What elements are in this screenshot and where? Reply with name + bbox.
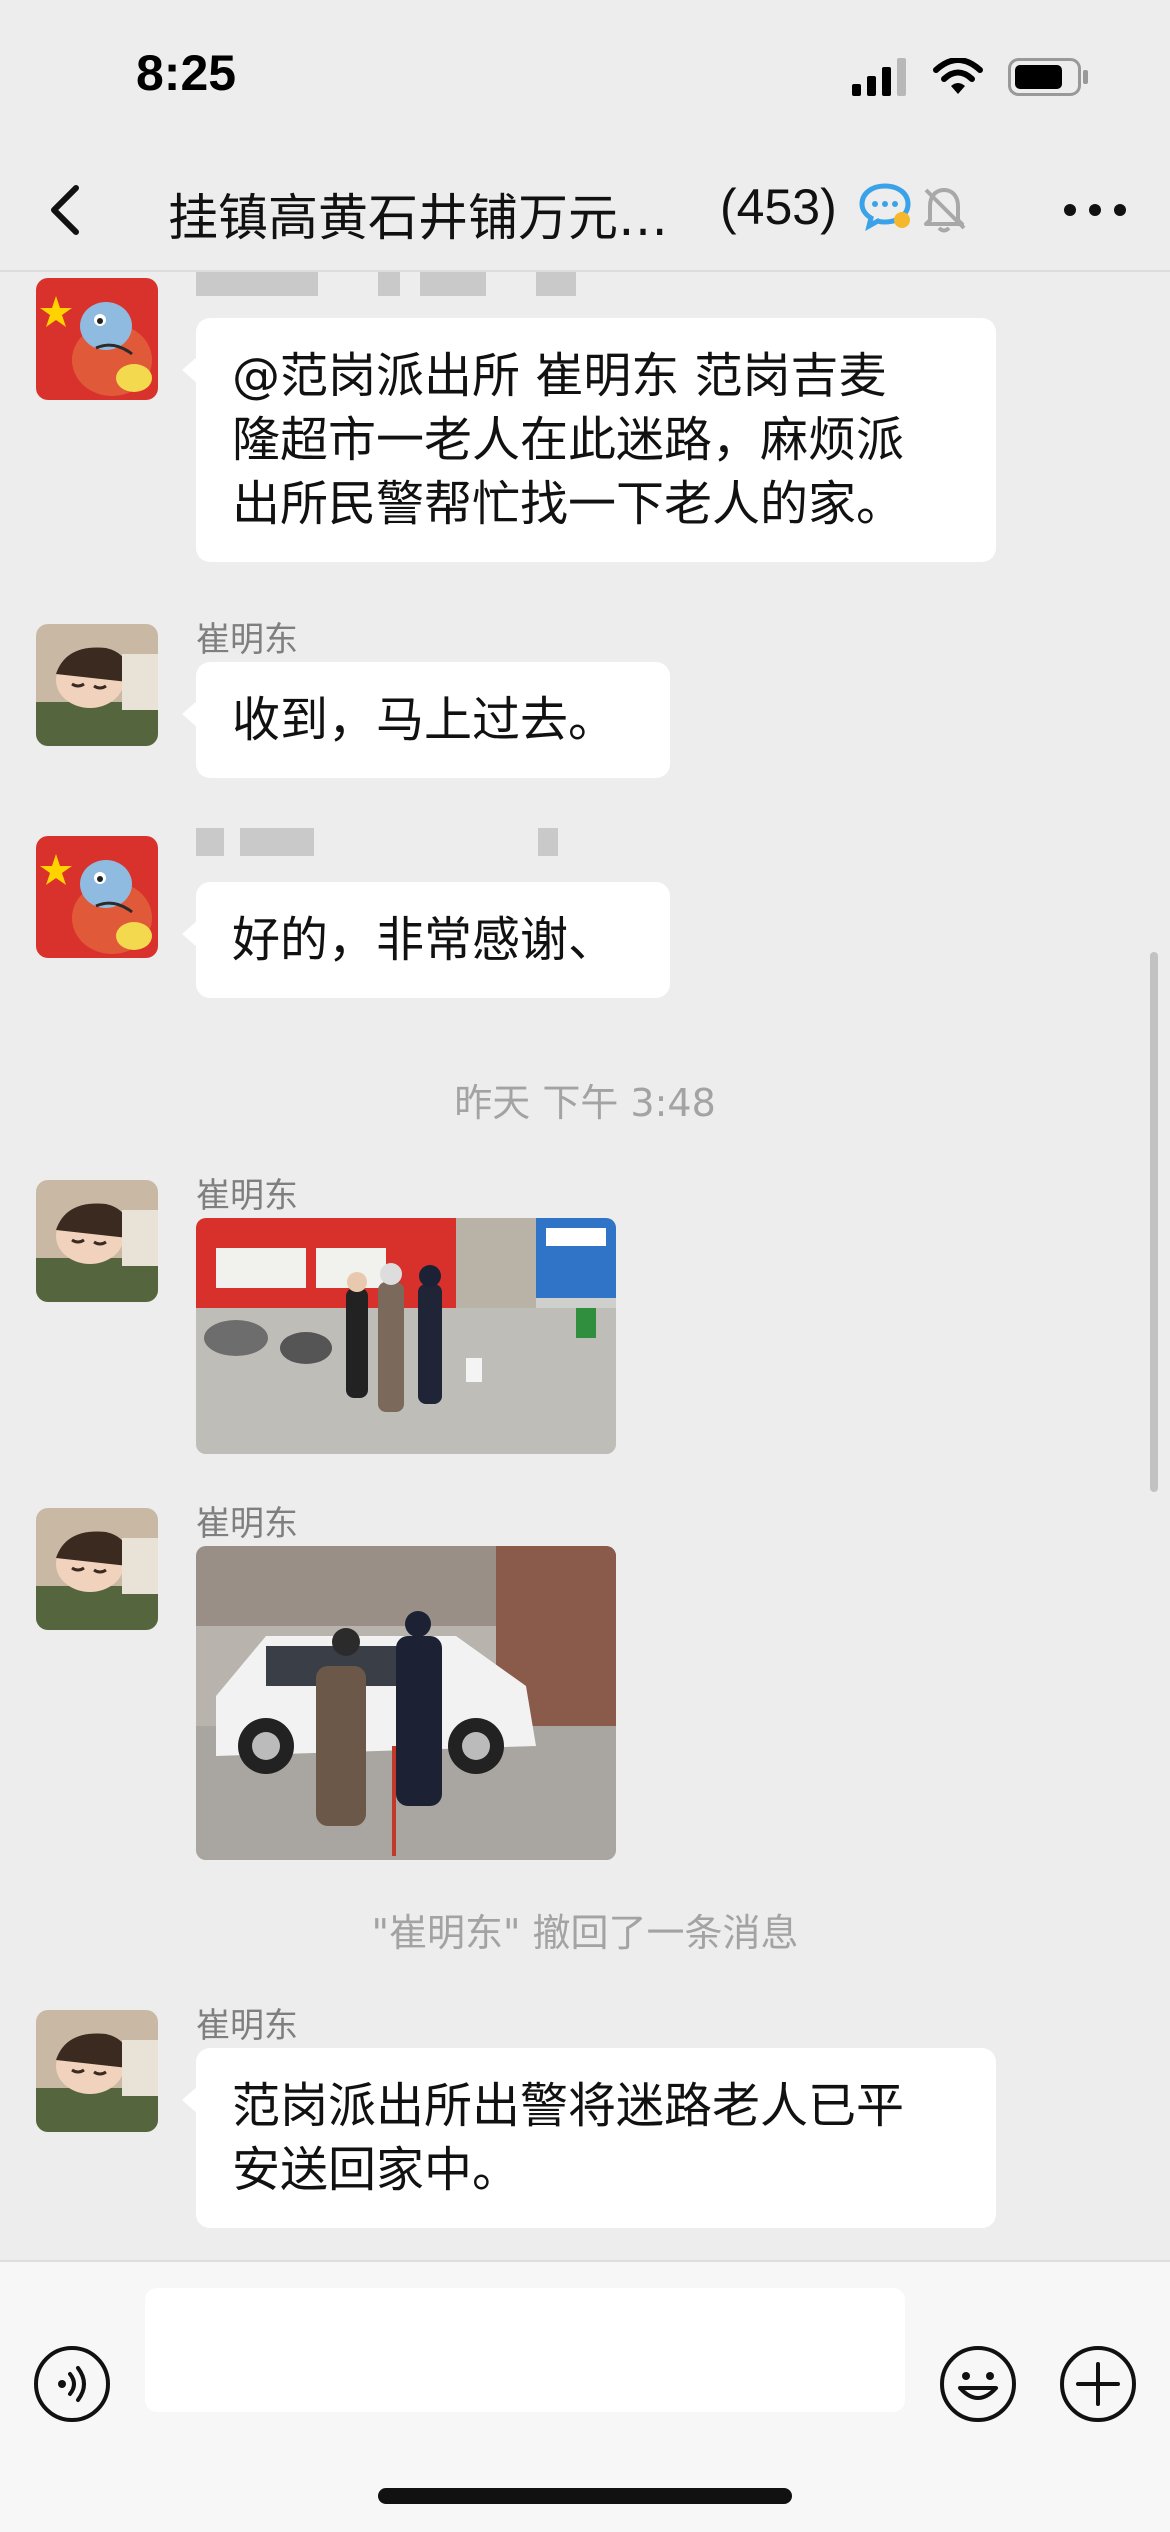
avatar[interactable] xyxy=(36,278,158,400)
more-options-button[interactable] xyxy=(1060,190,1130,230)
image-message[interactable] xyxy=(196,1218,616,1454)
status-bar: 8:25 xyxy=(0,0,1170,150)
cartoon-avatar-icon xyxy=(36,278,158,400)
voice-input-button[interactable] xyxy=(32,2344,112,2424)
sender-name: 崔明东 xyxy=(196,1504,298,1544)
battery-icon xyxy=(1008,58,1088,96)
avatar[interactable] xyxy=(36,2010,158,2132)
chat-message-list[interactable]: @范岗派出所 崔明东 范岗吉麦 隆超市一老人在此迷路，麻烦派 出所民警帮忙找一下… xyxy=(0,272,1170,2260)
message-bubble[interactable]: 好的，非常感谢、 xyxy=(182,882,670,998)
wifi-icon xyxy=(933,58,983,94)
message-text-line: 范岗派出所出警将迷路老人已平 xyxy=(232,2078,905,2134)
sender-name: 崔明东 xyxy=(196,620,298,660)
emoji-icon xyxy=(940,2346,1016,2422)
police-car-photo-image xyxy=(196,1546,616,1860)
avatar[interactable] xyxy=(36,1508,158,1630)
scrollbar[interactable] xyxy=(1150,952,1158,1492)
plus-icon xyxy=(1060,2346,1136,2422)
chat-header: 挂镇高黄石井铺万元… (453) xyxy=(0,150,1170,272)
message-text-line: 收到，马上过去。 xyxy=(232,692,617,748)
avatar[interactable] xyxy=(36,1180,158,1302)
message-bubble[interactable]: 范岗派出所出警将迷路老人已平 安送回家中。 xyxy=(182,2048,996,2228)
more-dots-icon xyxy=(1064,204,1126,216)
recall-notice: "崔明东" 撤回了一条消息 xyxy=(371,1911,799,1955)
home-indicator[interactable] xyxy=(378,2488,792,2504)
avatar[interactable] xyxy=(36,624,158,746)
sender-name: 崔明东 xyxy=(196,1176,298,1216)
message-bubble[interactable]: @范岗派出所 崔明东 范岗吉麦 隆超市一老人在此迷路，麻烦派 出所民警帮忙找一下… xyxy=(182,318,996,562)
street-photo-image xyxy=(196,1218,616,1454)
sleeping-child-avatar-icon xyxy=(36,1180,158,1302)
message-text-line: 隆超市一老人在此迷路，麻烦派 xyxy=(232,412,905,468)
back-button[interactable] xyxy=(42,180,92,240)
message-text-line: @范岗派出所 崔明东 范岗吉麦 xyxy=(232,348,887,404)
sender-name: 崔明东 xyxy=(196,2006,298,2046)
group-title[interactable]: 挂镇高黄石井铺万元… xyxy=(168,178,668,250)
message-text-line: 安送回家中。 xyxy=(232,2142,521,2198)
cartoon-avatar-icon xyxy=(36,836,158,958)
sleeping-child-avatar-icon xyxy=(36,2010,158,2132)
chevron-left-icon xyxy=(51,185,79,235)
emoji-button[interactable] xyxy=(938,2344,1018,2424)
group-chat-icon xyxy=(859,183,911,231)
message-text-field[interactable] xyxy=(145,2288,905,2412)
message-text-line: 出所民警帮忙找一下老人的家。 xyxy=(232,476,905,532)
more-features-button[interactable] xyxy=(1058,2344,1138,2424)
timestamp: 昨天 下午 3:48 xyxy=(454,1081,716,1125)
sleeping-child-avatar-icon xyxy=(36,1508,158,1630)
member-count: (453) xyxy=(720,179,837,235)
avatar[interactable] xyxy=(36,836,158,958)
voice-icon xyxy=(34,2346,110,2422)
status-icons xyxy=(852,58,1090,96)
status-time: 8:25 xyxy=(136,45,237,101)
cellular-signal-icon xyxy=(852,58,906,96)
mute-bell-icon xyxy=(924,188,966,233)
image-message[interactable] xyxy=(196,1546,616,1860)
message-bubble[interactable]: 收到，马上过去。 xyxy=(182,662,670,778)
message-text-line: 好的，非常感谢、 xyxy=(232,912,617,968)
sleeping-child-avatar-icon xyxy=(36,624,158,746)
